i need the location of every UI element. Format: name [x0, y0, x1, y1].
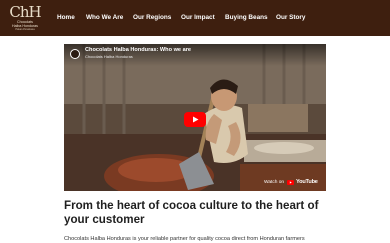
- youtube-play-icon[interactable]: [184, 112, 206, 127]
- brand-logo[interactable]: ChH Chocolats Halba Honduras Pakai Ahras…: [6, 3, 44, 33]
- nav-item-our-impact[interactable]: Our Impact: [181, 11, 215, 25]
- logo-monogram: ChH: [9, 3, 41, 21]
- nav-item-our-story[interactable]: Our Story: [276, 11, 305, 25]
- nav-item-home[interactable]: Home: [57, 11, 75, 25]
- video-title[interactable]: Chocolats Halba Honduras: Who we are: [85, 47, 191, 53]
- logo-text-line-3: Pakai Ahraskasa: [15, 28, 35, 31]
- youtube-wordmark: YouTube: [296, 179, 318, 185]
- channel-avatar[interactable]: [70, 49, 80, 59]
- page-headline: From the heart of cocoa culture to the h…: [64, 199, 319, 226]
- top-navbar: ChH Chocolats Halba Honduras Pakai Ahras…: [0, 0, 390, 36]
- video-channel-name[interactable]: Chocolats Halba Honduras: [85, 54, 133, 59]
- youtube-logo-icon: [287, 180, 294, 185]
- intro-paragraph: Chocolats Halba Honduras is your reliabl…: [64, 236, 305, 242]
- nav-item-our-regions[interactable]: Our Regions: [133, 11, 171, 25]
- nav-item-who-we-are[interactable]: Who We Are: [86, 11, 123, 25]
- video-player[interactable]: Chocolats Halba Honduras: Who we are Cho…: [64, 44, 326, 191]
- watch-on-youtube-button[interactable]: Watch on YouTube: [260, 178, 322, 188]
- nav-item-buying-beans[interactable]: Buying Beans: [225, 11, 268, 25]
- watch-on-label: Watch on: [264, 180, 285, 185]
